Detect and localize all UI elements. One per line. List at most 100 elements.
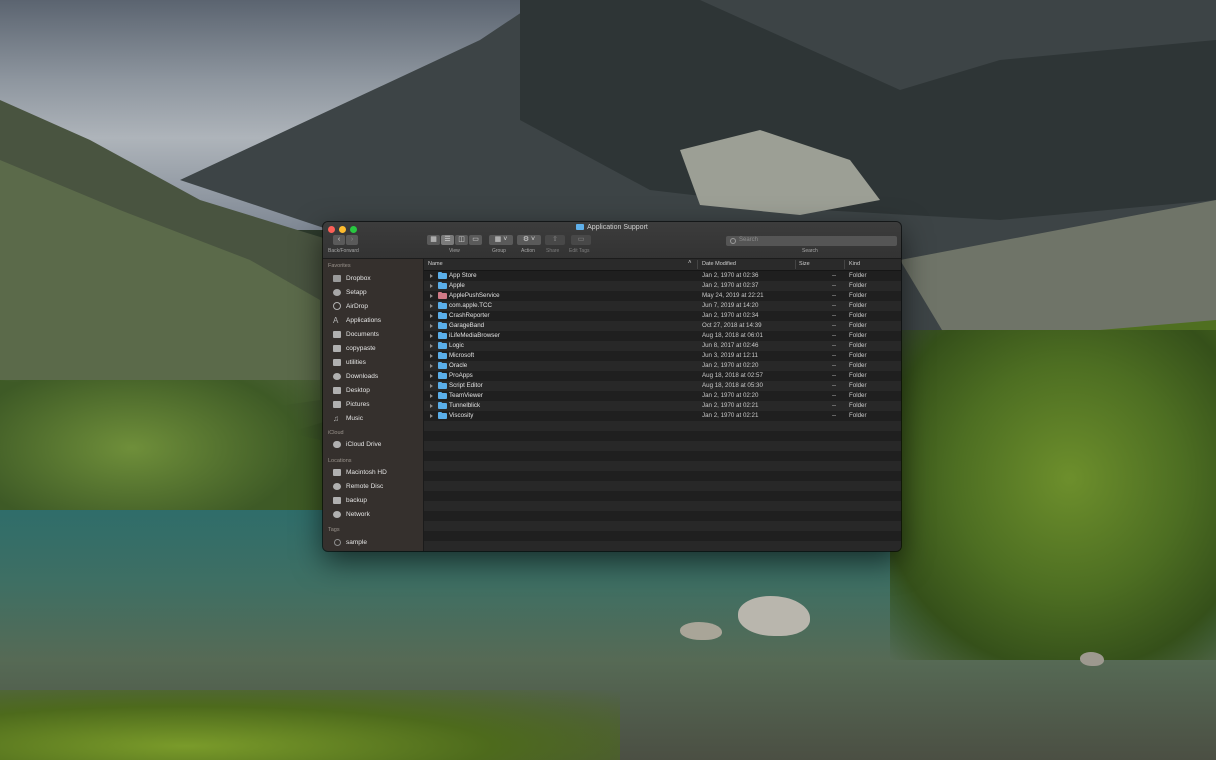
sidebar-item-music[interactable]: ♫ Music (333, 413, 363, 423)
disclosure-triangle-icon[interactable] (430, 394, 433, 398)
tag-icon (334, 538, 341, 546)
folder-icon (438, 292, 447, 299)
file-name: Logic (449, 342, 464, 349)
sidebar-item-setapp[interactable]: Setapp (333, 287, 367, 297)
column-view-button[interactable]: ◫ (455, 235, 468, 245)
list-view-button[interactable]: ☰ (441, 235, 454, 245)
action-button[interactable]: ⚙ ˅ (517, 235, 541, 245)
table-row[interactable]: ApplePushService May 24, 2019 at 22:21 -- F… (424, 291, 901, 301)
sidebar-heading-tags: Tags (328, 527, 340, 533)
file-kind: Folder (849, 292, 867, 299)
gallery-view-button[interactable]: ▭ (469, 235, 482, 245)
share-button[interactable]: ⇧ (545, 235, 565, 245)
search-placeholder: Search (739, 237, 759, 243)
disclosure-triangle-icon[interactable] (430, 294, 433, 298)
file-date-modified: Jan 2, 1970 at 02:37 (702, 282, 759, 289)
file-kind: Folder (849, 332, 867, 339)
sidebar-item-macintosh-hd[interactable]: Macintosh HD (333, 467, 387, 477)
sidebar-item-airdrop[interactable]: AirDrop (333, 301, 368, 311)
edit-tags-button[interactable]: ▭ (571, 235, 591, 245)
file-name: TeamViewer (449, 392, 483, 399)
sidebar-item-copypaste[interactable]: copypaste (333, 343, 376, 353)
sidebar-item-applications[interactable]: A Applications (333, 315, 381, 325)
disclosure-triangle-icon[interactable] (430, 314, 433, 318)
column-header-name[interactable]: Name (428, 261, 443, 267)
table-row[interactable]: App Store Jan 2, 1970 at 02:36 -- Folder (424, 271, 901, 281)
window-title: Application Support (323, 224, 901, 231)
disclosure-triangle-icon[interactable] (430, 354, 433, 358)
table-row[interactable]: GarageBand Oct 27, 2018 at 14:39 -- Folder (424, 321, 901, 331)
file-kind: Folder (849, 352, 867, 359)
sidebar-item-tag-sample[interactable]: sample (333, 537, 367, 547)
empty-row (424, 521, 901, 531)
wallpaper-grass (0, 690, 620, 760)
column-divider[interactable] (844, 260, 845, 269)
table-row[interactable]: Oracle Jan 2, 1970 at 02:20 -- Folder (424, 361, 901, 371)
group-button[interactable]: ▦ ˅ (489, 235, 513, 245)
folder-icon (576, 224, 585, 230)
view-label: View (449, 248, 460, 254)
folder-icon (438, 332, 447, 339)
table-row[interactable]: TeamViewer Jan 2, 1970 at 02:20 -- Folder (424, 391, 901, 401)
icon-view-button[interactable]: ▦ (427, 235, 440, 245)
folder-icon (438, 272, 447, 279)
sidebar-item-remote-disc[interactable]: Remote Disc (333, 481, 383, 491)
sidebar-item-network[interactable]: Network (333, 509, 370, 519)
table-row[interactable]: iLifeMediaBrowser Aug 18, 2018 at 06:01 --… (424, 331, 901, 341)
sidebar-item-icloud-drive[interactable]: iCloud Drive (333, 439, 381, 449)
empty-row (424, 481, 901, 491)
column-header-size[interactable]: Size (799, 261, 810, 267)
search-field[interactable]: Search (726, 236, 897, 246)
disclosure-triangle-icon[interactable] (430, 344, 433, 348)
sidebar-item-label: copypaste (346, 344, 376, 352)
sidebar-item-backup[interactable]: backup (333, 495, 367, 505)
sidebar-item-dropbox[interactable]: Dropbox (333, 273, 371, 283)
sidebar-item-utilities[interactable]: utilities (333, 357, 366, 367)
table-row[interactable]: ProApps Aug 18, 2018 at 02:57 -- Folder (424, 371, 901, 381)
file-name: Microsoft (449, 352, 475, 359)
table-row[interactable]: Microsoft Jun 3, 2019 at 12:11 -- Folder (424, 351, 901, 361)
column-header-date[interactable]: Date Modified (702, 261, 736, 267)
sidebar-item-desktop[interactable]: Desktop (333, 385, 370, 395)
sort-ascending-icon: ˄ (688, 260, 692, 266)
sidebar-item-documents[interactable]: Documents (333, 329, 379, 339)
sidebar-item-downloads[interactable]: Downloads (333, 371, 378, 381)
disclosure-triangle-icon[interactable] (430, 374, 433, 378)
file-size: -- (832, 362, 837, 369)
file-name: Oracle (449, 362, 468, 369)
disclosure-triangle-icon[interactable] (430, 334, 433, 338)
disclosure-triangle-icon[interactable] (430, 404, 433, 408)
disclosure-triangle-icon[interactable] (430, 324, 433, 328)
table-row[interactable]: Apple Jan 2, 1970 at 02:37 -- Folder (424, 281, 901, 291)
file-kind: Folder (849, 382, 867, 389)
folder-icon (438, 312, 447, 319)
table-row[interactable]: Viscosity Jan 2, 1970 at 02:21 -- Folder (424, 411, 901, 421)
empty-row (424, 541, 901, 551)
table-row[interactable]: Logic Jun 8, 2017 at 02:46 -- Folder (424, 341, 901, 351)
disclosure-triangle-icon[interactable] (430, 304, 433, 308)
sidebar-item-pictures[interactable]: Pictures (333, 399, 369, 409)
folder-icon (333, 344, 341, 352)
column-divider[interactable] (697, 260, 698, 269)
folder-icon (438, 372, 447, 379)
disclosure-triangle-icon[interactable] (430, 384, 433, 388)
share-control: ⇧ (545, 235, 565, 245)
back-button[interactable]: ‹ (333, 235, 345, 245)
disclosure-triangle-icon[interactable] (430, 364, 433, 368)
disclosure-triangle-icon[interactable] (430, 274, 433, 278)
disclosure-triangle-icon[interactable] (430, 284, 433, 288)
table-row[interactable]: Tunnelblick Jan 2, 1970 at 02:21 -- Folder (424, 401, 901, 411)
column-divider[interactable] (795, 260, 796, 269)
disclosure-triangle-icon[interactable] (430, 414, 433, 418)
action-label: Action (521, 248, 535, 254)
forward-button[interactable]: › (346, 235, 358, 245)
column-header-kind[interactable]: Kind (849, 261, 860, 267)
sidebar-item-label: Applications (346, 316, 382, 324)
file-name: com.apple.TCC (449, 302, 492, 309)
table-row[interactable]: com.apple.TCC Jun 7, 2019 at 14:20 -- Folde… (424, 301, 901, 311)
table-row[interactable]: Script Editor Aug 18, 2018 at 05:30 -- Fold… (424, 381, 901, 391)
table-row[interactable]: CrashReporter Jan 2, 1970 at 02:34 -- Folde… (424, 311, 901, 321)
search-icon (730, 238, 736, 244)
folder-icon (438, 282, 447, 289)
sidebar-item-label: Desktop (346, 386, 370, 394)
